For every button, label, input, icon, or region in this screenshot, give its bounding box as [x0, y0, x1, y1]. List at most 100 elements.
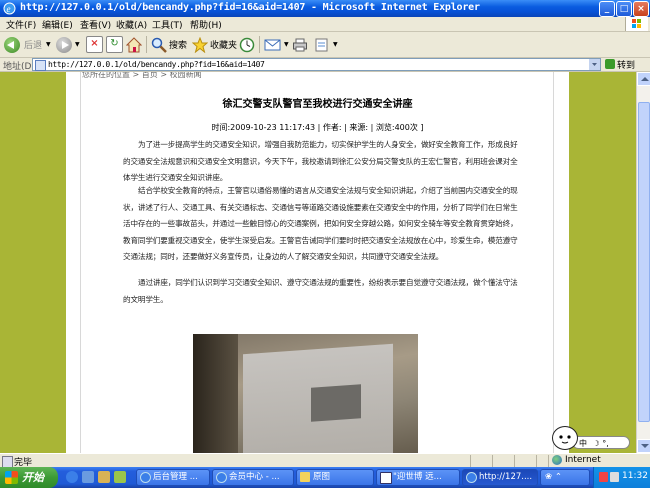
vertical-scrollbar[interactable]: [636, 72, 650, 453]
scroll-up-icon: [641, 77, 649, 81]
favorites-label: 收藏夹: [210, 41, 238, 51]
globe-icon: [552, 455, 562, 465]
stop-icon: ×: [86, 36, 103, 53]
document-edit-icon: [315, 38, 328, 51]
go-button[interactable]: 转到: [605, 58, 636, 71]
menu-favorites[interactable]: 收藏(A): [116, 18, 147, 31]
punctuation-icon: °,: [602, 439, 609, 448]
chevron-down-icon: ▼: [46, 41, 51, 48]
svg-text:e: e: [7, 4, 11, 14]
taskbar-item[interactable]: 会员中心 - ...: [212, 469, 294, 486]
menu-view[interactable]: 查看(V): [80, 18, 111, 31]
ime-mascot-widget[interactable]: 中 ☽ °,: [550, 422, 630, 457]
internet-explorer-icon: [466, 472, 477, 483]
article-paragraph: 为了进一步提高学生的交通安全知识，增强自我防范能力，切实保护学生的人身安全，做好…: [123, 140, 518, 182]
taskbar-item[interactable]: 原图: [296, 469, 374, 486]
show-desktop-icon[interactable]: [82, 471, 94, 483]
taskbar-item-label: 后台管理 ...: [153, 472, 198, 482]
search-label: 搜索: [169, 41, 188, 51]
home-button[interactable]: [126, 35, 142, 54]
taskbar-extra-item[interactable]: ❀ ⌃: [540, 469, 590, 486]
taskbar: 开始 后台管理 ... 会员中心 - ... 原图 "迎世博 远... http…: [0, 467, 650, 488]
menu-bar: 文件(F) 编辑(E) 查看(V) 收藏(A) 工具(T) 帮助(H): [0, 17, 650, 32]
scroll-down-icon: [641, 444, 649, 448]
tray-icon[interactable]: [599, 472, 608, 482]
chevron-down-icon: ▼: [75, 41, 80, 48]
menu-tools[interactable]: 工具(T): [152, 18, 183, 31]
page-right-gutter: [553, 72, 569, 453]
tray-icon[interactable]: [610, 472, 619, 482]
system-tray: 11:32: [593, 467, 650, 488]
page-left-border: [0, 72, 66, 453]
close-button[interactable]: ×: [633, 1, 649, 17]
back-arrow-icon: [4, 36, 20, 53]
scrollbar-thumb[interactable]: [638, 102, 650, 422]
window-title-bar[interactable]: e http://127.0.0.1/old/bencandy.php?fid=…: [0, 0, 650, 17]
scroll-up-button[interactable]: [637, 72, 650, 86]
address-url[interactable]: http://127.0.0.1/old/bencandy.php?fid=16…: [48, 59, 265, 70]
article-meta: 时间:2009-10-23 11:17:43 | 作者: | 来源: | 浏览:…: [211, 123, 424, 132]
minimize-button[interactable]: _: [599, 1, 615, 17]
article-paragraph: 结合学校安全教育的特点，王警官以通俗易懂的语言从交通安全法规与安全知识讲起，介绍…: [123, 186, 518, 261]
refresh-button[interactable]: ↻: [106, 35, 123, 54]
photo-shadow: [193, 334, 238, 453]
taskbar-item[interactable]: "迎世博 远...: [376, 469, 460, 486]
forward-button[interactable]: ▼: [56, 35, 80, 54]
taskbar-item-label: 原图: [313, 472, 331, 482]
ime-toolbar[interactable]: 中 ☽ °,: [572, 436, 630, 449]
address-input[interactable]: http://127.0.0.1/old/bencandy.php?fid=16…: [32, 58, 601, 71]
folder-quicklaunch-icon[interactable]: [98, 471, 110, 483]
internet-explorer-icon: [216, 472, 227, 483]
star-icon: [192, 36, 208, 53]
history-icon: [239, 37, 255, 52]
internet-explorer-icon: [140, 472, 151, 483]
refresh-icon: ↻: [106, 36, 123, 53]
app-quicklaunch-icon[interactable]: [114, 471, 126, 483]
folder-icon: [300, 472, 310, 482]
breadcrumb[interactable]: 您所在的位置 > 首页 > 校园新闻: [82, 72, 202, 80]
moon-icon: ☽: [592, 439, 600, 448]
print-button[interactable]: [292, 35, 308, 54]
chevron-down-icon: ▼: [333, 41, 338, 48]
taskbar-item[interactable]: http://127....: [462, 469, 538, 486]
printer-icon: [293, 38, 307, 51]
start-button[interactable]: 开始: [0, 467, 58, 488]
forward-arrow-icon: [56, 36, 72, 53]
address-dropdown-button[interactable]: [589, 59, 600, 70]
favorites-button[interactable]: 收藏夹: [192, 35, 237, 54]
page-left-gutter: [66, 72, 81, 453]
page-icon: [35, 60, 46, 71]
maximize-button[interactable]: □: [616, 1, 632, 17]
menu-edit[interactable]: 编辑(E): [42, 18, 73, 31]
history-button[interactable]: [239, 35, 255, 54]
toolbar: 后退 ▼ ▼ × ↻ 搜索 收藏夹 ▼ ▼: [0, 32, 650, 58]
ie-quicklaunch-icon[interactable]: [66, 471, 78, 483]
back-label: 后退: [24, 41, 43, 51]
stop-button[interactable]: ×: [86, 35, 103, 54]
back-button[interactable]: 后退 ▼: [4, 35, 51, 54]
menu-help[interactable]: 帮助(H): [190, 18, 222, 31]
edit-button[interactable]: ▼: [314, 35, 338, 54]
document-icon: [380, 472, 392, 484]
page-right-border: [568, 72, 636, 453]
menu-file[interactable]: 文件(F): [6, 18, 36, 31]
mail-button[interactable]: ▼: [264, 35, 289, 54]
taskbar-item-label: "迎世博 远...: [393, 472, 442, 482]
internet-explorer-icon: e: [3, 2, 16, 15]
start-label: 开始: [22, 471, 44, 484]
address-label: 地址(D): [3, 62, 35, 72]
home-icon: [126, 36, 142, 52]
language-icon: ❀: [545, 472, 553, 482]
window-title: http://127.0.0.1/old/bencandy.php?fid=16…: [20, 2, 480, 13]
taskbar-item-label: http://127....: [479, 472, 533, 482]
rabbit-mascot-icon: [552, 426, 578, 450]
search-button[interactable]: 搜索: [151, 35, 187, 54]
taskbar-item[interactable]: 后台管理 ...: [136, 469, 210, 486]
clock: 11:32: [622, 471, 648, 481]
security-zone: Internet: [552, 455, 601, 465]
article-paragraph: 通过讲座，同学们认识到学习交通安全知识、遵守交通法规的重要性，纷纷表示要自觉遵守…: [123, 278, 518, 304]
scroll-down-button[interactable]: [637, 439, 650, 453]
taskbar-item-label: 会员中心 - ...: [229, 472, 280, 482]
go-label: 转到: [617, 60, 636, 71]
zone-label: Internet: [565, 455, 601, 465]
